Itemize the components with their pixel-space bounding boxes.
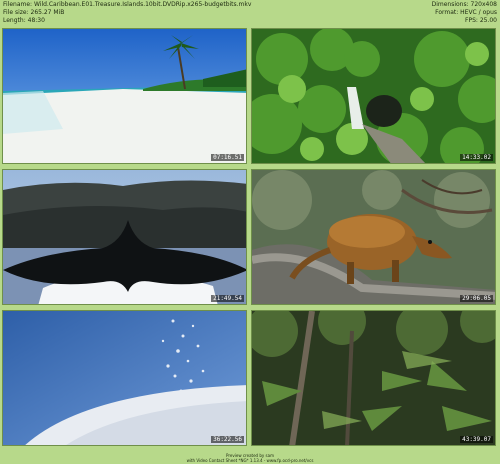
waterfall-image [252, 29, 495, 163]
format-text: Format: HEVC / opus [435, 9, 497, 16]
dimensions-text: Dimensions: 720x408 [431, 1, 497, 8]
thumbnail-timestamp: 36:22.56 [211, 436, 244, 443]
thumbnail-timestamp: 07:16.51 [211, 154, 244, 161]
filesize-text: File size: 265.27 MiB [3, 9, 65, 16]
thumbnail-timestamp: 21:49.54 [211, 295, 244, 302]
thumbnail-timestamp: 43:39.07 [460, 436, 493, 443]
thumbnail-timestamp: 29:06.05 [460, 295, 493, 302]
coati-image [252, 170, 495, 304]
file-info-left: Filename: Wild.Caribbean.E01.Treasure.Is… [3, 1, 251, 25]
filename-text: Filename: Wild.Caribbean.E01.Treasure.Is… [3, 1, 252, 8]
fps-text: FPS: 25.00 [465, 17, 497, 24]
credits-line-2: with Video Contact Sheet *NG* 1.13.4 - w… [186, 458, 314, 463]
thumbnail-beach[interactable]: 07:16.51 [2, 28, 247, 164]
info-header: Filename: Wild.Caribbean.E01.Treasure.Is… [0, 0, 500, 26]
beach-image [3, 29, 246, 163]
thumbnail-whale-tail[interactable]: 21:49.54 [2, 169, 247, 305]
thumbnail-rainforest[interactable]: 43:39.07 [251, 310, 496, 446]
thumbnail-waterfall[interactable]: 14:33.02 [251, 28, 496, 164]
thumbnail-coati[interactable]: 29:06.05 [251, 169, 496, 305]
rainforest-image [252, 311, 495, 445]
thumbnail-salt[interactable]: 36:22.56 [2, 310, 247, 446]
thumbnail-timestamp: 14:33.02 [460, 154, 493, 161]
length-text: Length: 48:30 [3, 17, 45, 24]
credits-footer: Preview created by sam with Video Contac… [0, 453, 500, 464]
whale-tail-image [3, 170, 246, 304]
salt-image [3, 311, 246, 445]
file-info-right: Dimensions: 720x408 Format: HEVC / opus … [432, 1, 497, 25]
